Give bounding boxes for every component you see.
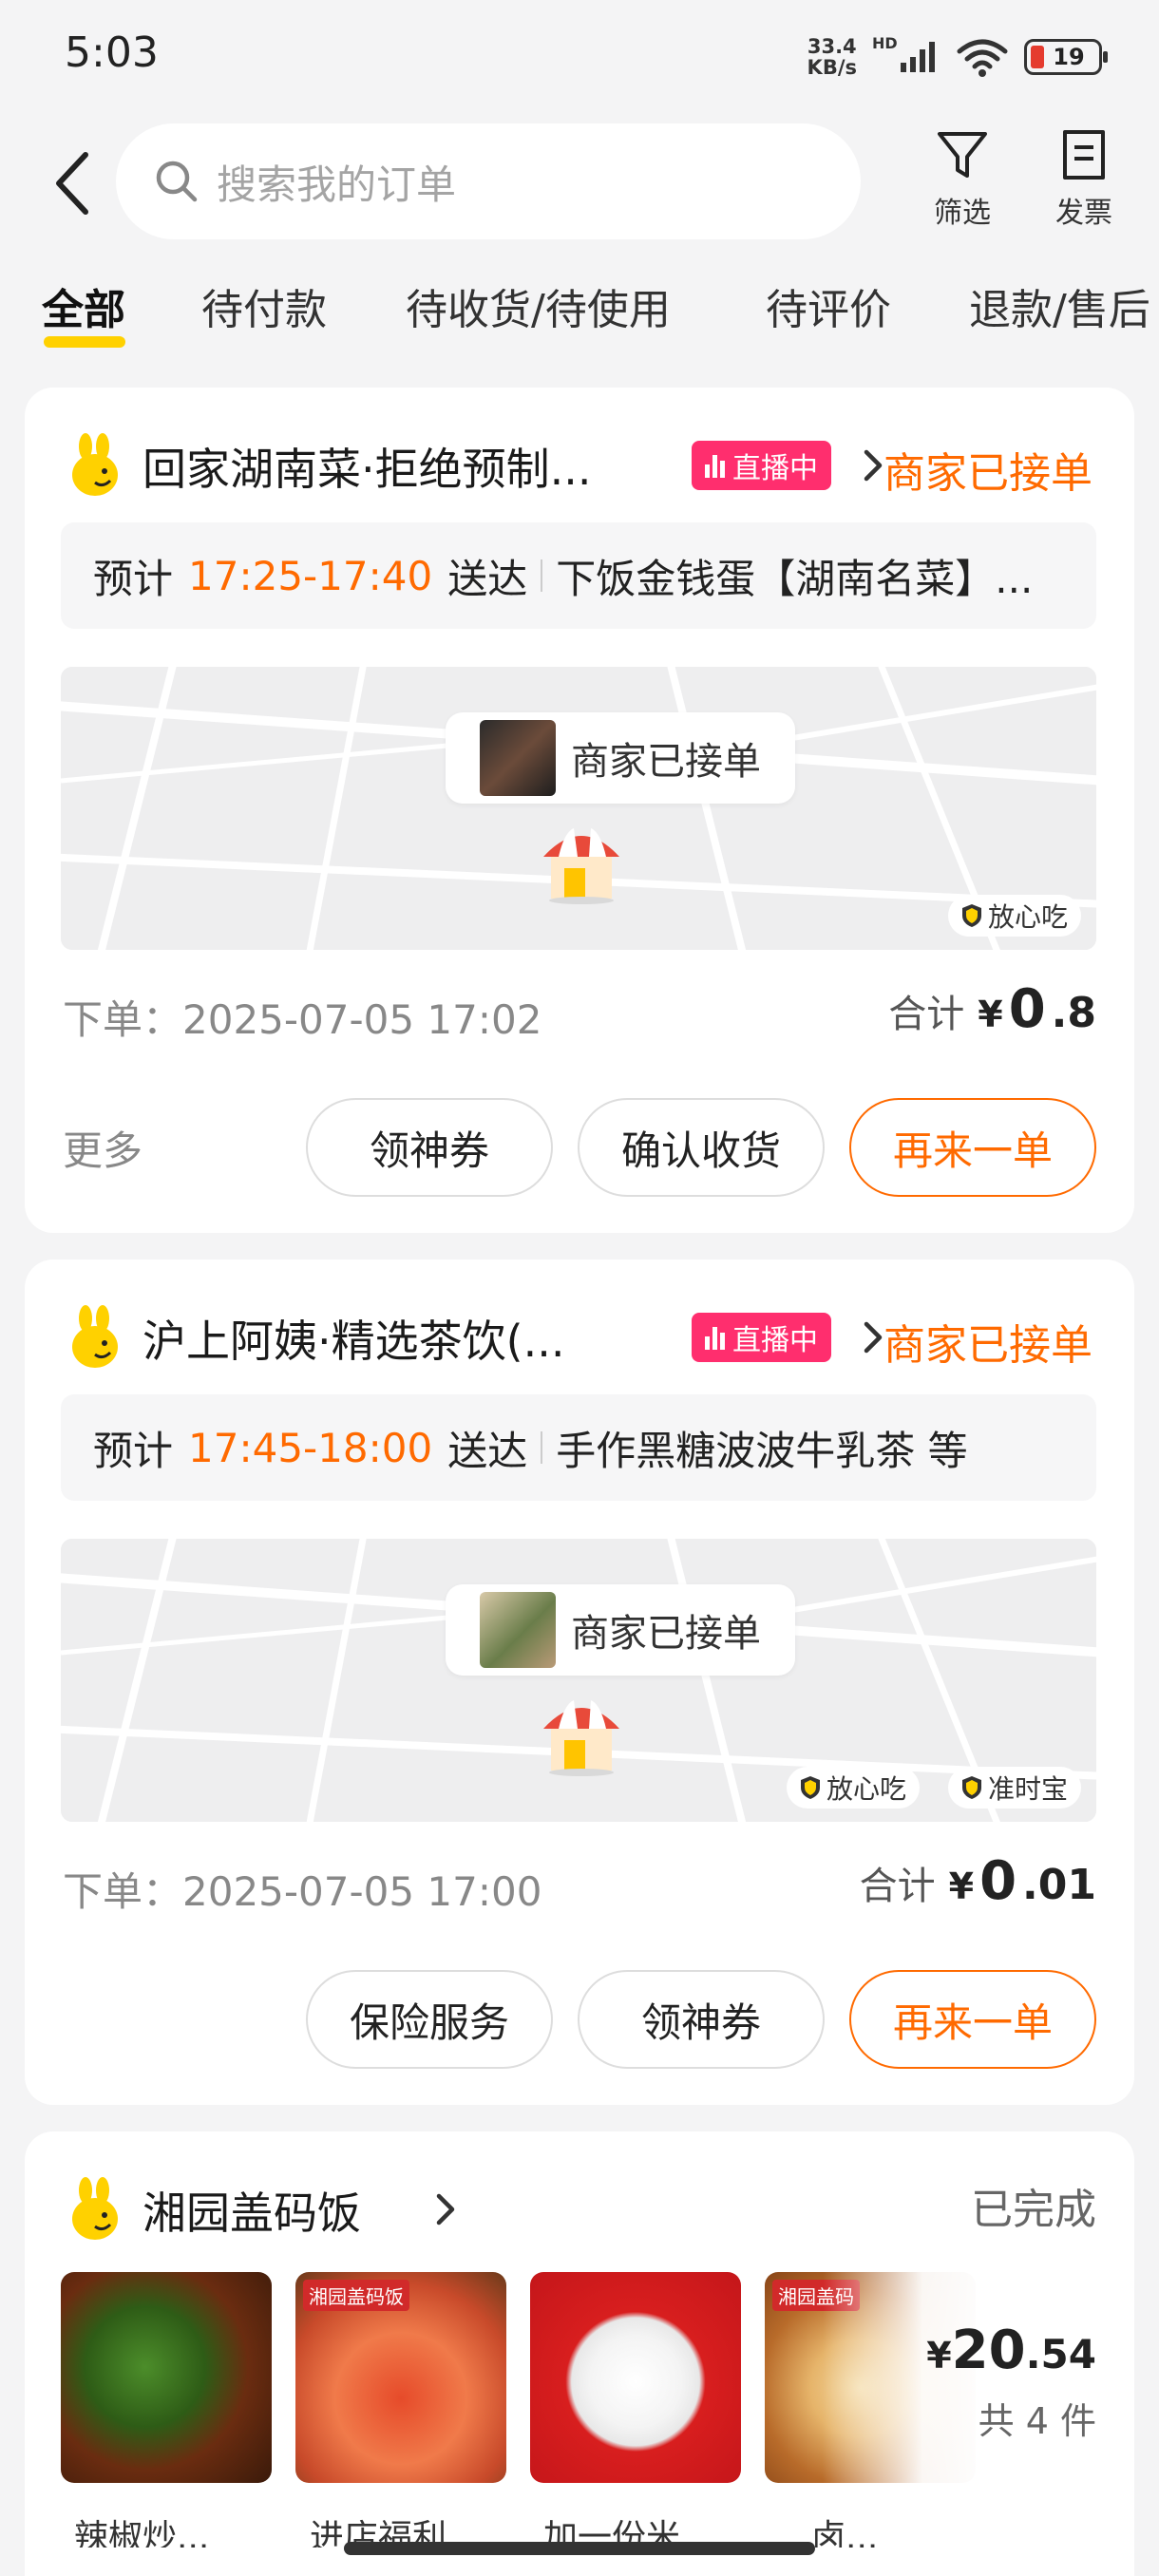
- meituan-kangaroo-icon: [72, 2177, 118, 2240]
- tab-pending-payment[interactable]: 待付款: [201, 275, 327, 336]
- live-badge[interactable]: 直播中: [692, 1313, 831, 1362]
- signal-icon: HD: [872, 34, 940, 76]
- shield-icon: [961, 1776, 981, 1799]
- divider: [541, 1431, 543, 1464]
- order-items: 下饭金钱蛋【湖南名菜】...: [556, 555, 1034, 602]
- home-indicator[interactable]: [344, 2542, 815, 2555]
- meituan-kangaroo-icon: [72, 1305, 118, 1368]
- map-status-bubble: 商家已接单: [446, 1584, 795, 1676]
- live-icon: [705, 453, 725, 478]
- insurance-button[interactable]: 保险服务: [306, 1970, 553, 2069]
- order-header[interactable]: 湘园盖码饭: [66, 2169, 732, 2245]
- meituan-kangaroo-icon: [72, 433, 118, 496]
- order-header[interactable]: 回家湖南菜·拒绝预制... 直播中 商家已接单: [66, 426, 1092, 502]
- reorder-button[interactable]: 再来一单: [849, 1970, 1096, 2069]
- assurance-tag: 放心吃: [786, 1767, 920, 1809]
- live-icon: [705, 1325, 725, 1350]
- chevron-right-icon[interactable]: [431, 2188, 460, 2230]
- shop-name[interactable]: 回家湖南菜·拒绝预制...: [142, 435, 592, 498]
- shield-icon: [800, 1776, 820, 1799]
- product-image[interactable]: [61, 2272, 272, 2483]
- product-image[interactable]: 湘园盖码饭: [295, 2272, 506, 2483]
- delivery-map[interactable]: 商家已接单 放心吃 准时宝: [61, 1539, 1096, 1822]
- shop-thumbnail: [480, 1592, 556, 1668]
- tab-pending-receipt[interactable]: 待收货/待使用: [406, 275, 671, 336]
- order-total: 合计 ¥ 0 .8: [888, 978, 1096, 1040]
- shield-icon: [961, 904, 981, 927]
- product-image[interactable]: [530, 2272, 741, 2483]
- active-tab-indicator: [44, 336, 125, 348]
- delivery-eta: 预计 17:45-18:00 送达 手作黑糖波波牛乳茶 等: [61, 1394, 1096, 1501]
- order-card[interactable]: 沪上阿姨·精选茶饮(... 直播中 商家已接单 预计 17:45-18:00 送…: [25, 1260, 1134, 2105]
- assurance-tag: 放心吃: [947, 895, 1081, 937]
- order-status: 商家已接单: [884, 449, 1092, 498]
- order-card[interactable]: 湘园盖码饭 已完成 湘园盖码饭 湘园盖码 ¥ 20 .54 共 4 件 辣椒炒.…: [25, 2131, 1134, 2576]
- status-time: 5:03: [65, 28, 159, 77]
- on-time-tag: 准时宝: [947, 1767, 1081, 1809]
- delivery-map[interactable]: 商家已接单 放心吃: [61, 667, 1096, 950]
- status-icons: 33.4 KB/s HD 19: [807, 30, 1108, 84]
- order-tabs: 全部 待付款 待收货/待使用 待评价 退款/售后: [0, 275, 1159, 361]
- reorder-button[interactable]: 再来一单: [849, 1098, 1096, 1197]
- tab-pending-review[interactable]: 待评价: [766, 275, 891, 336]
- wifi-icon: [957, 39, 1008, 77]
- search-placeholder: 搜索我的订单: [217, 161, 457, 208]
- product-name: 卤...: [811, 2518, 879, 2548]
- eta-time: 17:45-18:00: [188, 1424, 433, 1471]
- invoice-icon: [1063, 130, 1105, 180]
- tab-refund[interactable]: 退款/售后: [969, 275, 1150, 336]
- search-input[interactable]: 搜索我的订单: [116, 123, 861, 239]
- order-time: 下单：2025-07-05 17:02: [63, 996, 542, 1043]
- filter-button[interactable]: 筛选: [920, 128, 1005, 231]
- order-time: 下单：2025-07-05 17:00: [63, 1868, 542, 1915]
- order-total: ¥ 20 .54: [926, 2320, 1096, 2381]
- map-background: [61, 667, 1096, 950]
- coupon-button[interactable]: 领神券: [306, 1098, 553, 1197]
- shop-name[interactable]: 沪上阿姨·精选茶饮(...: [142, 1307, 564, 1370]
- delivery-eta: 预计 17:25-17:40 送达 下饭金钱蛋【湖南名菜】...: [61, 522, 1096, 629]
- confirm-receipt-button[interactable]: 确认收货: [578, 1098, 825, 1197]
- item-count: 共 4 件: [978, 2400, 1096, 2442]
- order-total: 合计 ¥ 0 .01: [859, 1850, 1096, 1912]
- filter-icon: [938, 132, 987, 178]
- store-icon: [543, 1700, 619, 1776]
- order-status: 已完成: [971, 2186, 1096, 2234]
- order-status: 商家已接单: [884, 1321, 1092, 1370]
- battery-icon: 19: [1024, 39, 1108, 75]
- header: 搜索我的订单 筛选 发票: [0, 109, 1159, 252]
- store-icon: [543, 828, 619, 904]
- invoice-button[interactable]: 发票: [1041, 128, 1127, 231]
- status-bar: 5:03 33.4 KB/s HD 19: [0, 0, 1159, 109]
- shop-name[interactable]: 湘园盖码饭: [142, 2179, 361, 2242]
- live-badge[interactable]: 直播中: [692, 441, 831, 490]
- order-card[interactable]: 回家湖南菜·拒绝预制... 直播中 商家已接单 预计 17:25-17:40 送…: [25, 388, 1134, 1233]
- tab-all[interactable]: 全部: [42, 275, 125, 336]
- order-header[interactable]: 沪上阿姨·精选茶饮(... 直播中 商家已接单: [66, 1297, 1092, 1373]
- coupon-button[interactable]: 领神券: [578, 1970, 825, 2069]
- order-items: 手作黑糖波波牛乳茶 等: [556, 1427, 968, 1474]
- map-status-bubble: 商家已接单: [446, 712, 795, 804]
- network-speed: 33.4 KB/s: [807, 35, 857, 79]
- eta-time: 17:25-17:40: [188, 552, 433, 599]
- search-icon: [156, 161, 198, 202]
- map-background: [61, 1539, 1096, 1822]
- back-arrow-icon[interactable]: [46, 145, 103, 221]
- product-name: 辣椒炒...: [74, 2518, 210, 2548]
- more-button[interactable]: 更多: [63, 1119, 142, 1177]
- divider: [541, 559, 543, 592]
- shop-thumbnail: [480, 720, 556, 796]
